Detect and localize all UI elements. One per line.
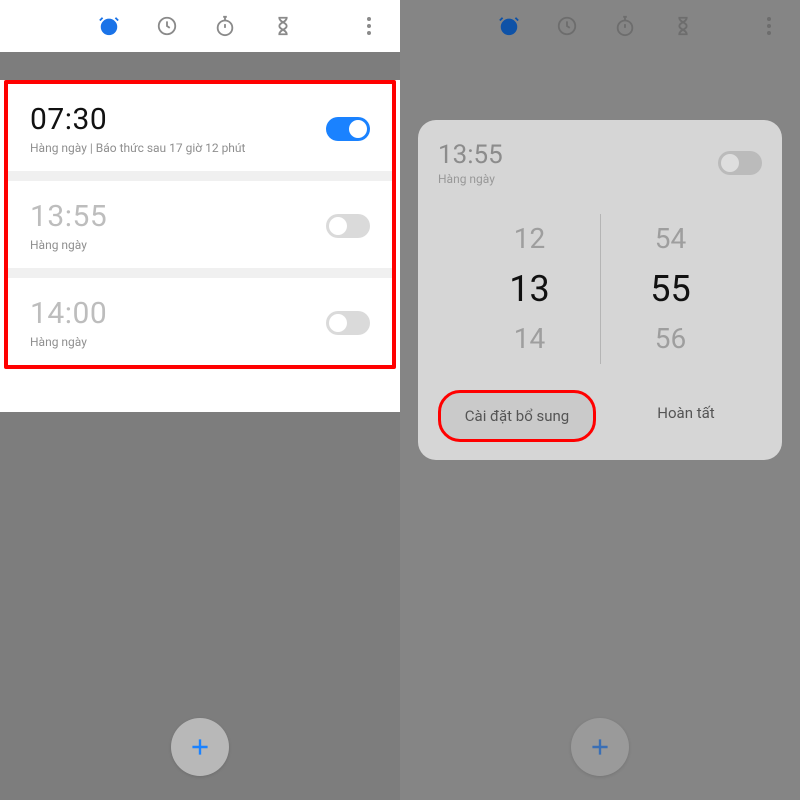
stopwatch-icon[interactable]	[196, 0, 254, 52]
alarm-toggle[interactable]	[326, 311, 370, 335]
panel-right-time-picker: 13:55 Hàng ngày 12 13 14 54 55 56 Cài đặ…	[400, 0, 800, 800]
add-alarm-button[interactable]	[171, 718, 229, 776]
alarm-icon[interactable]	[480, 0, 538, 52]
alarm-row[interactable]: 13:55 Hàng ngày	[8, 171, 392, 268]
alarm-row[interactable]: 07:30 Hàng ngày | Báo thức sau 17 giờ 12…	[8, 84, 392, 171]
time-wheel[interactable]: 12 13 14 54 55 56	[438, 214, 762, 364]
hourglass-icon[interactable]	[654, 0, 712, 52]
tab-bar	[0, 0, 400, 52]
hourglass-icon[interactable]	[254, 0, 312, 52]
alarm-subtitle: Hàng ngày | Báo thức sau 17 giờ 12 phút	[30, 141, 326, 155]
clock-icon[interactable]	[138, 0, 196, 52]
alarm-icon[interactable]	[80, 0, 138, 52]
alarm-time: 07:30	[30, 102, 326, 137]
hour-wheel[interactable]: 12 13 14	[460, 214, 600, 364]
alarm-time: 14:00	[30, 296, 326, 331]
alarm-row[interactable]: 14:00 Hàng ngày	[8, 268, 392, 365]
add-alarm-button[interactable]	[571, 718, 629, 776]
sheet-alarm-toggle[interactable]	[718, 151, 762, 175]
time-picker-sheet: 13:55 Hàng ngày 12 13 14 54 55 56 Cài đặ…	[418, 120, 782, 460]
overflow-menu-icon[interactable]	[752, 17, 786, 35]
alarm-toggle[interactable]	[326, 117, 370, 141]
additional-settings-button[interactable]: Cài đặt bổ sung	[438, 390, 596, 442]
tab-bar	[400, 0, 800, 52]
done-button[interactable]: Hoàn tất	[610, 390, 762, 442]
alarm-subtitle: Hàng ngày	[30, 335, 326, 349]
sheet-current-time: 13:55	[438, 140, 503, 170]
alarm-toggle[interactable]	[326, 214, 370, 238]
overflow-menu-icon[interactable]	[352, 17, 386, 35]
sheet-subtitle: Hàng ngày	[438, 172, 503, 186]
clock-icon[interactable]	[538, 0, 596, 52]
alarm-time: 13:55	[30, 199, 326, 234]
minute-wheel[interactable]: 54 55 56	[601, 214, 741, 364]
alarm-list-card: 07:30 Hàng ngày | Báo thức sau 17 giờ 12…	[4, 80, 396, 369]
panel-left-alarm-list: 07:30 Hàng ngày | Báo thức sau 17 giờ 12…	[0, 0, 400, 800]
stopwatch-icon[interactable]	[596, 0, 654, 52]
alarm-subtitle: Hàng ngày	[30, 238, 326, 252]
